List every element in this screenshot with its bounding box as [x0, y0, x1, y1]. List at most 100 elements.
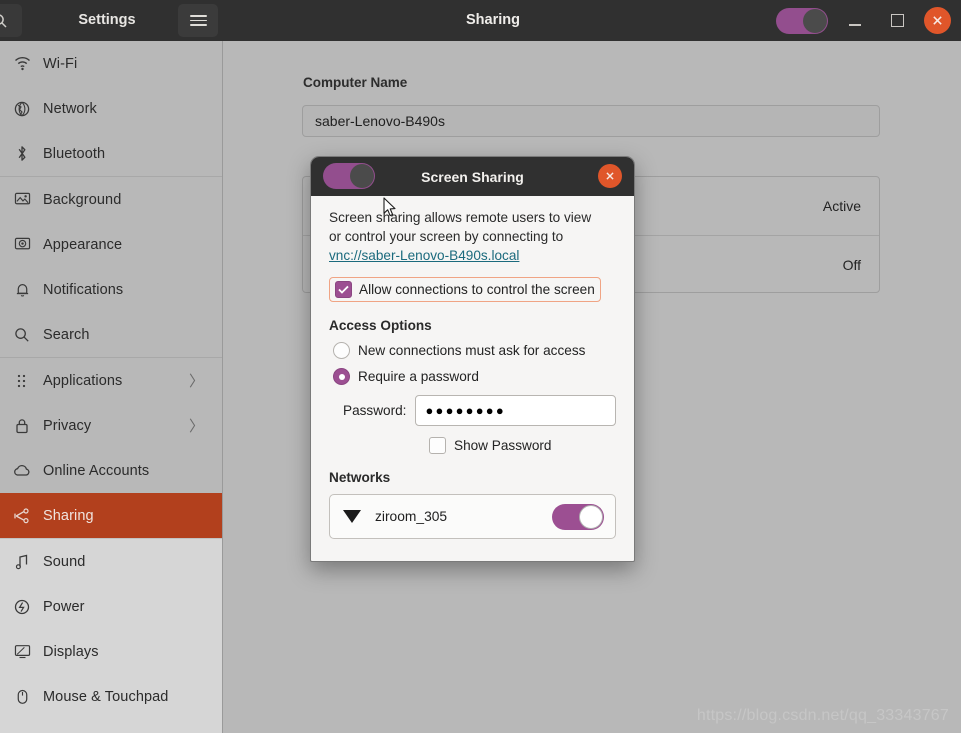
sidebar-item-label: Bluetooth — [43, 145, 106, 162]
password-input[interactable]: ●●●●●●●● — [415, 395, 616, 426]
close-icon — [933, 16, 942, 25]
toggle-knob — [803, 8, 827, 33]
sidebar-item-background[interactable]: Background — [0, 177, 222, 222]
sidebar-item-label: Displays — [43, 643, 99, 660]
bluetooth-icon — [8, 145, 36, 162]
displays-icon — [8, 644, 36, 659]
computer-name-label: Computer Name — [303, 75, 408, 90]
minimize-button[interactable] — [840, 6, 870, 36]
dialog-titlebar: Screen Sharing — [311, 157, 634, 196]
network-share-toggle[interactable] — [552, 503, 604, 530]
radio-dot — [338, 373, 345, 380]
sidebar-item-label: Wi-Fi — [43, 55, 78, 72]
close-window-button[interactable] — [924, 7, 951, 34]
mouse-icon — [8, 689, 36, 705]
dialog-body: Screen sharing allows remote users to vi… — [311, 196, 634, 561]
sidebar-item-displays[interactable]: Displays — [0, 629, 222, 674]
description-line-2: or control your screen by connecting to — [329, 229, 564, 244]
sidebar-list: Wi-Fi Network Bluetooth Background Appea… — [0, 41, 222, 719]
radio-row-ask-for-access[interactable]: New connections must ask for access — [329, 342, 616, 359]
titlebar-left-section: Settings — [0, 0, 223, 41]
search-button[interactable] — [0, 4, 22, 37]
sidebar-item-network[interactable]: Network — [0, 86, 222, 131]
radio-row-require-password[interactable]: Require a password — [329, 368, 616, 385]
sidebar-item-bluetooth[interactable]: Bluetooth — [0, 131, 222, 176]
row-status: Active — [822, 198, 861, 214]
share-nodes-icon — [8, 507, 36, 524]
radio-ask-for-access[interactable] — [333, 342, 350, 359]
sidebar-item-privacy[interactable]: Privacy 〉 — [0, 403, 222, 448]
sidebar-item-label: Applications — [43, 372, 123, 389]
sidebar-item-label: Network — [43, 100, 97, 117]
window-controls — [776, 0, 951, 41]
dialog-close-button[interactable] — [598, 164, 622, 188]
sidebar-item-label: Power — [43, 598, 85, 615]
sidebar-item-label: Search — [43, 326, 90, 343]
sidebar-item-notifications[interactable]: Notifications — [0, 267, 222, 312]
appearance-icon — [8, 237, 36, 252]
maximize-button[interactable] — [882, 6, 912, 36]
sidebar-item-label: Sound — [43, 553, 86, 570]
network-icon — [8, 101, 36, 117]
page-title: Sharing — [466, 12, 520, 28]
search-icon — [0, 13, 7, 28]
sound-note-icon — [8, 554, 36, 570]
close-icon — [606, 172, 614, 180]
show-password-label: Show Password — [454, 438, 552, 453]
screen-sharing-enable-toggle[interactable] — [323, 163, 375, 189]
sharing-master-toggle[interactable] — [776, 7, 828, 34]
show-password-checkbox[interactable] — [429, 437, 446, 454]
sidebar-item-label: Online Accounts — [43, 462, 150, 479]
sidebar-item-applications[interactable]: Applications 〉 — [0, 358, 222, 403]
vnc-link[interactable]: vnc://saber-Lenovo-B490s.local — [329, 248, 519, 263]
sidebar-item-online-accounts[interactable]: Online Accounts — [0, 448, 222, 493]
sidebar-item-label: Mouse & Touchpad — [43, 688, 169, 705]
lock-icon — [8, 418, 36, 434]
radio-require-password[interactable] — [333, 368, 350, 385]
row-status: Off — [842, 256, 861, 273]
toggle-knob — [350, 164, 374, 188]
sidebar-item-label: Sharing — [43, 507, 94, 524]
wifi-icon — [8, 56, 36, 71]
sidebar-item-label: Appearance — [43, 236, 123, 253]
sidebar-item-label: Notifications — [43, 281, 124, 298]
sidebar-item-power[interactable]: Power — [0, 584, 222, 629]
bell-icon — [8, 282, 36, 298]
computer-name-input[interactable]: saber-Lenovo-B490s — [302, 105, 880, 137]
sidebar-item-sound[interactable]: Sound — [0, 539, 222, 584]
networks-title: Networks — [329, 470, 391, 485]
cloud-icon — [8, 464, 36, 477]
allow-control-label: Allow connections to control the screen — [359, 282, 595, 297]
screen-sharing-dialog: Screen Sharing Screen sharing allows rem… — [310, 156, 635, 562]
settings-sidebar: Wi-Fi Network Bluetooth Background Appea… — [0, 41, 223, 733]
window-titlebar: Settings Sharing — [0, 0, 961, 41]
show-password-row[interactable]: Show Password — [329, 437, 616, 454]
maximize-icon — [890, 14, 904, 27]
sidebar-item-sharing[interactable]: Sharing — [0, 493, 222, 538]
sidebar-item-wifi[interactable]: Wi-Fi — [0, 41, 222, 86]
background-icon — [8, 192, 36, 207]
power-icon — [8, 599, 36, 615]
settings-title: Settings — [78, 12, 136, 28]
toggle-knob — [579, 504, 603, 529]
network-list-item[interactable]: ziroom_305 — [329, 494, 616, 539]
wifi-signal-icon — [343, 510, 361, 523]
password-row: Password: ●●●●●●●● — [329, 395, 616, 426]
hamburger-menu-icon — [189, 12, 207, 30]
main-menu-button[interactable] — [178, 4, 218, 37]
allow-control-checkbox[interactable] — [335, 281, 352, 298]
settings-window: Settings Sharing Wi-Fi Network Bluetooth… — [0, 0, 961, 733]
sidebar-item-appearance[interactable]: Appearance — [0, 222, 222, 267]
radio-password-label: Require a password — [358, 369, 479, 384]
chevron-right-icon: 〉 — [188, 418, 204, 435]
minimize-icon — [849, 24, 861, 26]
sidebar-item-search[interactable]: Search — [0, 312, 222, 357]
allow-control-checkbox-row[interactable]: Allow connections to control the screen — [329, 277, 601, 302]
sidebar-item-label: Background — [43, 191, 122, 208]
sidebar-item-mouse-touchpad[interactable]: Mouse & Touchpad — [0, 674, 222, 719]
description-line-1: Screen sharing allows remote users to vi… — [329, 210, 592, 225]
network-name: ziroom_305 — [375, 509, 448, 524]
applications-grid-icon — [8, 374, 36, 388]
access-options-title: Access Options — [329, 318, 432, 333]
search-icon — [8, 327, 36, 343]
